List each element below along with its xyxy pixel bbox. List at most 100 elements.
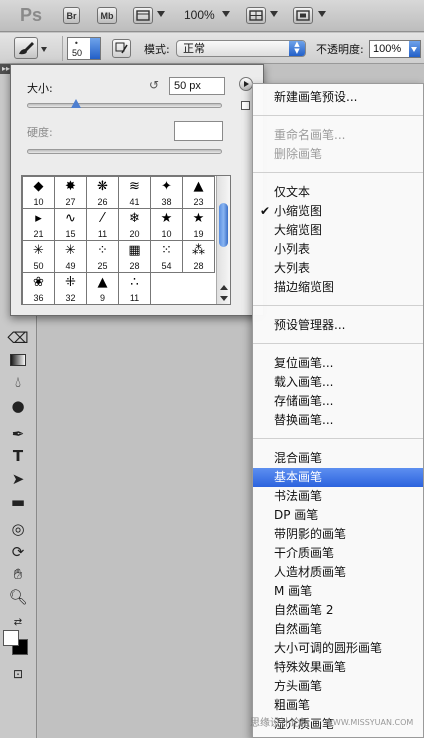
zoom-level[interactable]: 100% [184, 8, 215, 22]
menu-item[interactable]: 大小可调的圆形画笔 [253, 639, 423, 658]
brush-preset-cell[interactable]: ❋ 26 [87, 177, 119, 209]
menu-item[interactable]: 自然画笔 [253, 620, 423, 639]
scroll-down-icon[interactable] [220, 296, 228, 301]
menu-item-label: 干介质画笔 [274, 546, 335, 560]
brush-tip-icon: ✸ [65, 179, 76, 194]
scroll-up-icon[interactable] [220, 285, 228, 290]
hardness-slider[interactable] [27, 149, 222, 154]
hardness-input[interactable] [174, 121, 223, 141]
brush-preset-cell[interactable]: ∴ 11 [119, 273, 151, 304]
brush-preset-cell[interactable]: ≋ 41 [119, 177, 151, 209]
menu-item[interactable]: 自然画笔 2 [253, 601, 423, 620]
pen-tool-icon[interactable]: ✒ [8, 424, 28, 444]
menu-item[interactable]: 方头画笔 [253, 677, 423, 696]
brush-preset-cell[interactable]: ⁄ 11 [87, 209, 119, 241]
menu-item[interactable]: 新建画笔预设... [253, 88, 423, 107]
brush-preset-cell[interactable]: ◆ 10 [23, 177, 55, 209]
menu-item[interactable]: 仅文本 [253, 183, 423, 202]
minibridge-button[interactable]: Mb [97, 7, 117, 24]
brush-preset-cell[interactable]: ⁜ 32 [55, 273, 87, 304]
hand-tool-icon[interactable]: ✋︎ [8, 564, 28, 584]
zoom-tool-icon[interactable]: 🔍︎ [8, 587, 28, 607]
dodge-tool-icon[interactable]: ● [8, 396, 28, 416]
brush-preset-picker[interactable]: • 50 [67, 37, 101, 60]
type-tool-icon[interactable]: T [8, 446, 28, 466]
brush-preset-cell[interactable]: ★ 10 [151, 209, 183, 241]
brush-preset-cell[interactable]: ✳ 49 [55, 241, 87, 273]
gradient-tool-icon[interactable] [8, 350, 28, 370]
view-extras-button[interactable] [133, 7, 153, 24]
brush-preset-cell[interactable]: ❀ 36 [23, 273, 55, 304]
mode-select[interactable]: 正常 ▲ ▼ [176, 40, 306, 57]
blur-tool-icon[interactable]: 💧︎ [8, 372, 28, 392]
zoom-dropdown-icon[interactable] [222, 11, 230, 17]
brush-preset-cell[interactable]: ⁂ 28 [183, 241, 215, 273]
brush-preset-cell[interactable]: ✳ 50 [23, 241, 55, 273]
menu-item[interactable]: 书法画笔 [253, 487, 423, 506]
brush-tip-icon: ⁙ [161, 243, 172, 258]
menu-item[interactable]: 基本画笔 [253, 468, 423, 487]
menu-item[interactable]: 大列表 [253, 259, 423, 278]
brush-tip-icon: ❋ [97, 179, 108, 194]
menu-item[interactable]: 小列表 [253, 240, 423, 259]
menu-item-label: 小缩览图 [274, 204, 323, 218]
menu-item[interactable]: 带阴影的画笔 [253, 525, 423, 544]
menu-item[interactable]: 干介质画笔 [253, 544, 423, 563]
brush-preset-cell[interactable]: ✸ 27 [55, 177, 87, 209]
size-input[interactable]: 50 px [169, 77, 225, 95]
screen-mode-button[interactable] [293, 7, 313, 24]
brush-preset-cell[interactable]: ▸ 21 [23, 209, 55, 241]
rectangle-tool-icon[interactable]: ▬ [8, 492, 28, 512]
preset-scrollbar-thumb[interactable] [219, 203, 228, 247]
tool-preset-dropdown-icon[interactable] [41, 47, 47, 52]
menu-item[interactable]: 人造材质画笔 [253, 563, 423, 582]
path-selection-tool-icon[interactable]: ➤ [8, 469, 28, 489]
menu-item-label: 新建画笔预设... [274, 90, 358, 104]
menu-item[interactable]: 特殊效果画笔 [253, 658, 423, 677]
brush-preset-cell[interactable]: ⁘ 25 [87, 241, 119, 273]
new-preset-icon[interactable] [241, 101, 250, 110]
3d-orbit-tool-icon[interactable]: ⟳ [8, 542, 28, 562]
size-slider-thumb[interactable] [70, 99, 81, 108]
menu-item[interactable]: 粗画笔 [253, 696, 423, 715]
brush-preset-cell[interactable]: ∿ 15 [55, 209, 87, 241]
swap-colors-icon[interactable]: ⇄ [8, 612, 28, 632]
reset-size-icon[interactable]: ↺ [149, 78, 159, 92]
screen-mode-dropdown-icon[interactable] [318, 11, 326, 17]
brush-preset-cell[interactable]: ❄ 20 [119, 209, 151, 241]
preset-scrollbar[interactable] [216, 176, 230, 304]
menu-item[interactable]: 复位画笔... [253, 354, 423, 373]
3d-rotate-tool-icon[interactable]: ◎ [8, 519, 28, 539]
tool-preset-picker[interactable] [14, 37, 38, 59]
arrange-dropdown-icon[interactable] [270, 11, 278, 17]
brush-preset-cell[interactable]: ✦ 38 [151, 177, 183, 209]
brush-panel-toggle-button[interactable] [112, 39, 131, 58]
brush-preset-dropdown-icon[interactable] [90, 38, 100, 59]
brush-preset-cell[interactable]: ▦ 28 [119, 241, 151, 273]
menu-item[interactable]: 预设管理器... [253, 316, 423, 335]
opacity-input[interactable]: 100% [369, 40, 421, 58]
menu-item[interactable]: 载入画笔... [253, 373, 423, 392]
size-slider[interactable] [27, 103, 222, 108]
menu-item[interactable]: ✔ 小缩览图 [253, 202, 423, 221]
quick-mask-icon[interactable]: ⊡ [8, 664, 28, 684]
menu-item[interactable]: 混合画笔 [253, 449, 423, 468]
menu-item[interactable]: 存储画笔... [253, 392, 423, 411]
menu-item[interactable]: 替换画笔... [253, 411, 423, 430]
panel-menu-button[interactable] [239, 77, 253, 91]
menu-item[interactable]: 描边缩览图 [253, 278, 423, 297]
brush-size-label: 28 [193, 261, 204, 271]
menu-item[interactable]: M 画笔 [253, 582, 423, 601]
menu-item[interactable]: 大缩览图 [253, 221, 423, 240]
foreground-color-swatch[interactable] [3, 630, 19, 646]
brush-preset-cell[interactable]: ▲ 23 [183, 177, 215, 209]
arrange-documents-button[interactable] [246, 7, 266, 24]
opacity-dropdown-icon[interactable] [409, 41, 420, 57]
view-extras-dropdown-icon[interactable] [157, 11, 165, 17]
brush-preset-cell[interactable]: ▲ 9 [87, 273, 119, 304]
eraser-tool-icon[interactable]: ⌫ [7, 328, 28, 348]
bridge-button[interactable]: Br [63, 7, 80, 24]
menu-item[interactable]: DP 画笔 [253, 506, 423, 525]
brush-preset-cell[interactable]: ★ 19 [183, 209, 215, 241]
brush-preset-cell[interactable]: ⁙ 54 [151, 241, 183, 273]
